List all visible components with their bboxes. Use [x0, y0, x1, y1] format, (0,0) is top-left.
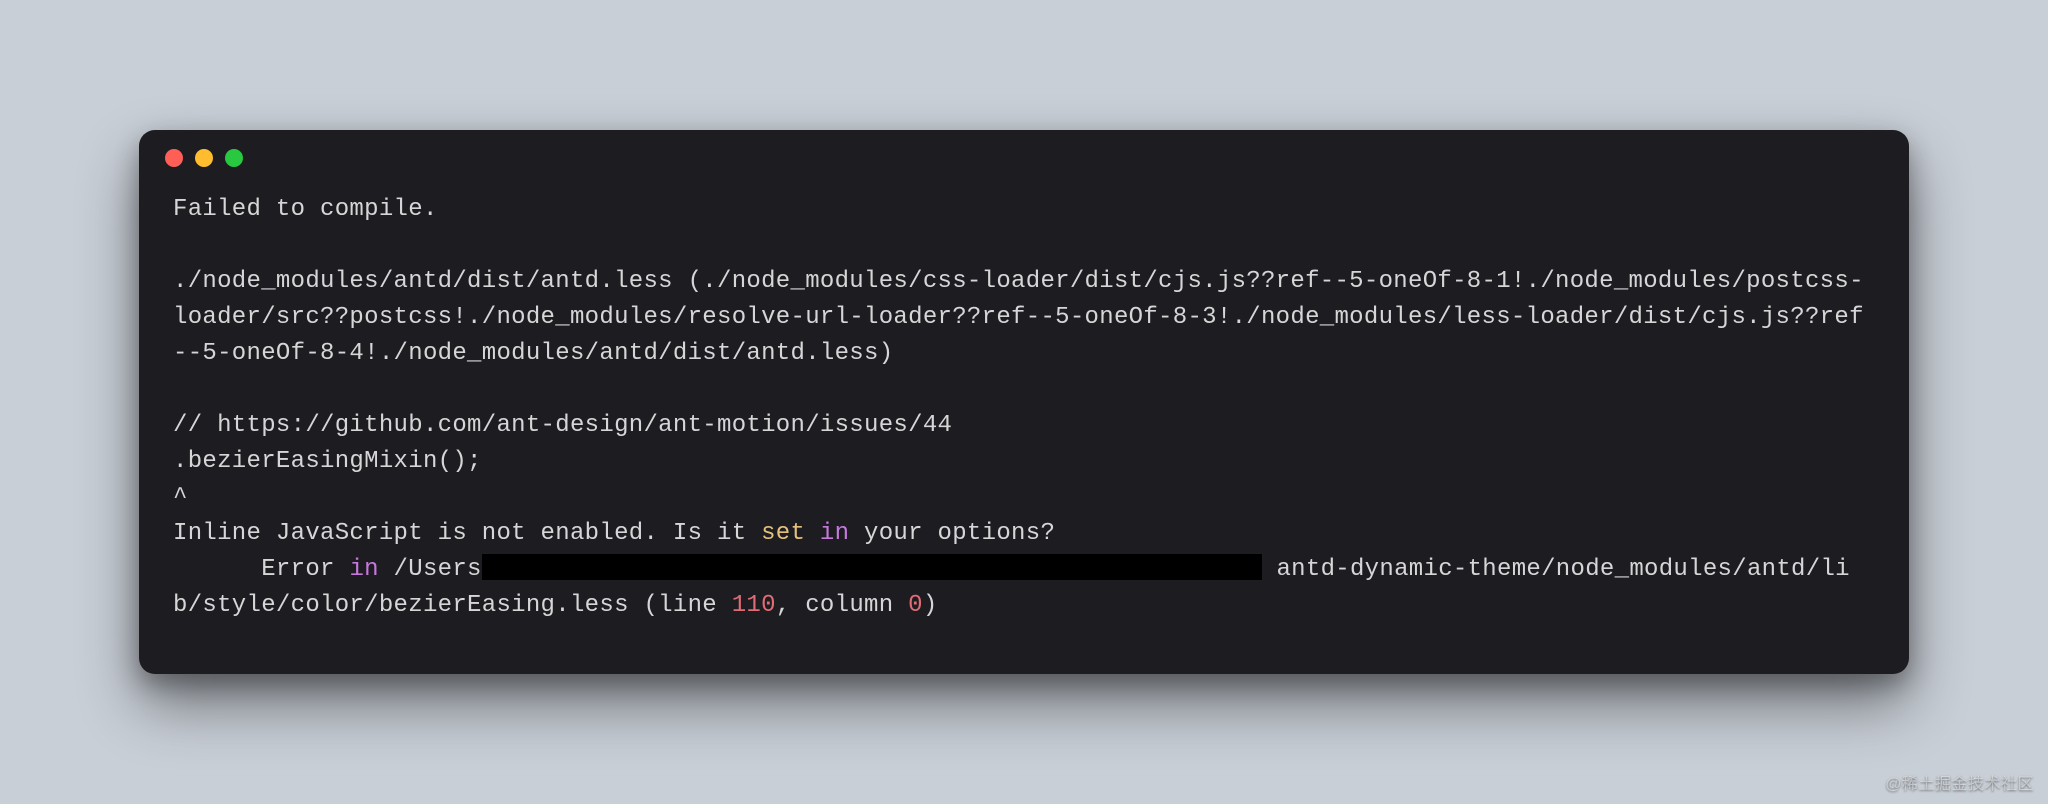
- keyword-in: in: [820, 520, 849, 547]
- watermark: @稀土掘金技术社区: [1885, 770, 2034, 794]
- keyword-set: set: [761, 520, 805, 547]
- keyword-in: in: [349, 556, 378, 583]
- error-msg: Inline JavaScript is not enabled. Is it …: [173, 520, 1055, 547]
- error-header: Failed to compile.: [173, 196, 438, 223]
- redacted-path: [482, 554, 1262, 580]
- minimize-icon[interactable]: [195, 149, 213, 167]
- column-number: 0: [908, 592, 923, 619]
- line-number: 110: [732, 592, 776, 619]
- code-line: .bezierEasingMixin();: [173, 448, 482, 475]
- terminal-window: Failed to compile. ./node_modules/antd/d…: [139, 130, 1909, 674]
- caret-line: ^: [173, 484, 188, 511]
- terminal-output: Failed to compile. ./node_modules/antd/d…: [139, 186, 1909, 674]
- error-location: Error in /Users antd-dynamic-theme/node_…: [173, 556, 1850, 619]
- close-icon[interactable]: [165, 149, 183, 167]
- maximize-icon[interactable]: [225, 149, 243, 167]
- title-bar: [139, 130, 1909, 186]
- file-path: ./node_modules/antd/dist/antd.less (./no…: [173, 268, 1864, 367]
- comment-line: // https://github.com/ant-design/ant-mot…: [173, 412, 952, 439]
